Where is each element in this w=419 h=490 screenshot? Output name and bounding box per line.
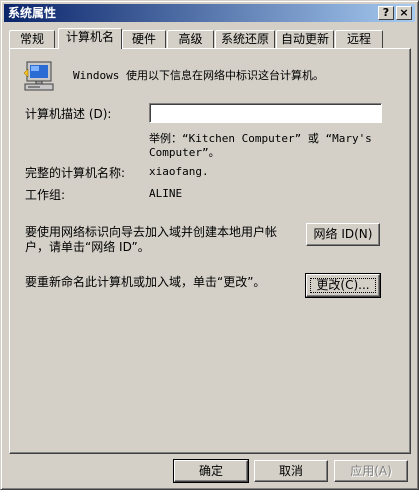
tab-hardware[interactable]: 硬件 — [122, 30, 166, 48]
cancel-button[interactable]: 取消 — [254, 460, 328, 482]
full-name-value: xiaofang. — [149, 165, 209, 178]
description-label: 计算机描述 (D): — [25, 107, 112, 121]
tab-general[interactable]: 常规 — [9, 30, 55, 48]
tab-automatic-updates[interactable]: 自动更新 — [276, 30, 334, 48]
apply-button[interactable]: 应用(A) — [334, 460, 408, 482]
network-id-text-line2: 户，请单击“网络 ID”。 — [25, 240, 150, 254]
rename-text: 要重新命名此计算机或加入域，单击“更改”。 — [25, 275, 266, 289]
help-button[interactable]: ? — [378, 6, 394, 20]
workgroup-label: 工作组: — [25, 188, 66, 202]
example-text-line2: Computer”。 — [149, 146, 220, 159]
computer-name-panel: Windows 使用以下信息在网络中标识这台计算机。 计算机描述 (D): 举例… — [9, 48, 411, 454]
change-button[interactable]: 更改(C)... — [305, 273, 381, 298]
tab-advanced[interactable]: 高级 — [167, 30, 214, 48]
intro-text: Windows 使用以下信息在网络中标识这台计算机。 — [73, 69, 324, 82]
ok-button[interactable]: 确定 — [173, 459, 249, 483]
tab-computer-name[interactable]: 计算机名 — [58, 28, 122, 49]
computer-description-input[interactable] — [149, 103, 382, 123]
title-bar[interactable]: 系统属性 ? × — [4, 4, 415, 22]
window-title: 系统属性 — [8, 6, 57, 20]
workgroup-value: ALINE — [149, 187, 183, 200]
focus-rectangle — [310, 278, 376, 293]
tab-remote[interactable]: 远程 — [335, 30, 383, 48]
full-name-label: 完整的计算机名称: — [25, 166, 126, 180]
network-id-button[interactable]: 网络 ID(N) — [306, 223, 380, 246]
close-button[interactable]: × — [396, 6, 412, 20]
tab-system-restore[interactable]: 系统还原 — [215, 30, 275, 48]
computer-icon — [23, 61, 54, 91]
system-properties-window: 系统属性 ? × 常规 计算机名 硬件 高级 系统还原 自动更新 远程 Wind… — [0, 0, 419, 490]
